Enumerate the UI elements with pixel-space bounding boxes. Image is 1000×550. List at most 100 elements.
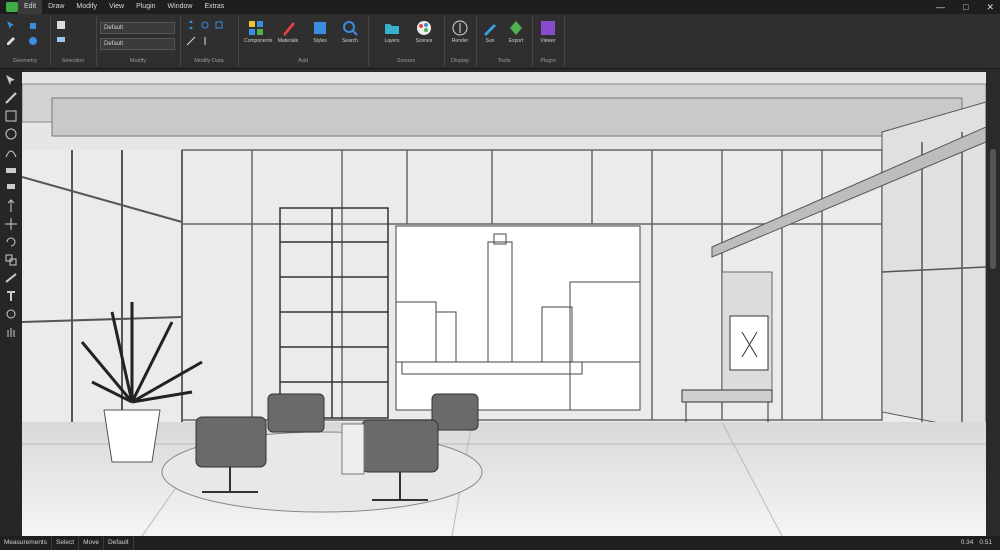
export-button[interactable]: Export <box>504 20 528 50</box>
scenes-label: Scenes <box>415 38 433 44</box>
ribbon-group-scenes: Layers Scenes Scenes <box>368 16 445 66</box>
paint-tool-icon[interactable] <box>4 181 18 195</box>
ribbon-group-label: Geometry <box>12 58 38 64</box>
ribbon-group-label: Modify Data <box>194 58 224 64</box>
push-pull-tool-icon[interactable] <box>4 199 18 213</box>
palette-icon <box>417 21 431 35</box>
ceiling-soffit <box>51 97 963 137</box>
menu-bar: Edit Draw Modify View Plugin Window Extr… <box>0 0 1000 14</box>
arc-tool-icon[interactable] <box>4 145 18 159</box>
ribbon-group-label: Plugin <box>540 58 556 64</box>
push-pull-icon[interactable] <box>200 36 210 46</box>
components-icon <box>249 21 263 35</box>
component-icon[interactable] <box>56 20 66 30</box>
menu-draw[interactable]: Draw <box>42 0 70 14</box>
components-button[interactable]: Components <box>244 20 272 50</box>
render-button[interactable]: Render <box>448 20 472 50</box>
shape-icon[interactable] <box>28 36 38 46</box>
scroll-thumb[interactable] <box>990 149 996 269</box>
pan-tool-icon[interactable] <box>4 325 18 339</box>
search-icon <box>343 21 358 36</box>
ribbon-group-geometry: Geometry <box>0 16 51 66</box>
ribbon-group-plugin: Viewer Plugin <box>532 16 565 66</box>
viewer-button[interactable]: Viewer <box>536 20 560 50</box>
ribbon-toolbar: Geometry Selection Default Default Modif… <box>0 14 1000 69</box>
pen-icon <box>484 24 496 36</box>
style-select[interactable]: Default <box>100 38 175 50</box>
ribbon-group-tools: Sun Export Tools <box>476 16 533 66</box>
menu-plugin[interactable]: Plugin <box>130 0 161 14</box>
menu-window[interactable]: Window <box>162 0 199 14</box>
search-button[interactable]: Search <box>338 20 362 50</box>
select-tool-icon[interactable] <box>4 73 18 87</box>
text-tool-icon[interactable] <box>4 289 18 303</box>
ribbon-group-label: Display <box>450 58 470 64</box>
move-tool-icon[interactable] <box>4 217 18 231</box>
ribbon-group-label: Add <box>298 58 308 64</box>
status-measurements: Measurements <box>0 536 52 550</box>
materials-button[interactable]: Materials <box>276 20 300 50</box>
bucket-icon[interactable] <box>28 20 38 30</box>
layers-button[interactable]: Layers <box>380 20 404 50</box>
menu-edit[interactable]: Edit <box>18 0 43 14</box>
components-label: Components <box>244 38 273 44</box>
rotate-tool-icon[interactable] <box>4 235 18 249</box>
circle-tool-icon[interactable] <box>4 127 18 141</box>
layer-select[interactable]: Default <box>100 22 175 34</box>
export-label: Export <box>508 38 524 44</box>
status-tool: Select <box>52 536 80 550</box>
menu-modify[interactable]: Modify <box>70 0 103 14</box>
folder-icon <box>385 24 399 34</box>
ribbon-group-display: Render Display <box>444 16 477 66</box>
search-label: Search <box>342 38 358 44</box>
menu-extras[interactable]: Extras <box>198 0 230 14</box>
ribbon-group-label: Tools <box>497 58 511 64</box>
menu-view[interactable]: View <box>103 0 130 14</box>
vertical-scrollbar[interactable] <box>986 69 1000 536</box>
render-icon <box>452 20 468 36</box>
rect-tool-icon[interactable] <box>4 109 18 123</box>
tape-tool-icon[interactable] <box>4 271 18 285</box>
pencil-icon[interactable] <box>6 36 16 46</box>
3d-viewport[interactable] <box>22 72 986 536</box>
select-arrow-icon[interactable] <box>6 20 16 30</box>
styles-label: Styles <box>313 38 327 44</box>
move-icon[interactable] <box>186 20 196 30</box>
materials-label: Materials <box>277 38 299 44</box>
sun-label: Sun <box>485 38 495 44</box>
layers-label: Layers <box>384 38 400 44</box>
city-view-opening <box>395 225 641 411</box>
offset-icon[interactable] <box>186 36 196 46</box>
ribbon-group-modify: Default Default Modify <box>96 16 181 66</box>
ribbon-group-add: Components Materials Styles Search Add <box>238 16 369 66</box>
styles-icon <box>314 22 326 34</box>
coordinate-readout: 0.34 0.51 <box>961 536 992 550</box>
ribbon-group-label: Modify <box>129 58 147 64</box>
ribbon-group-modify-data: Modify Data <box>180 16 239 66</box>
export-icon <box>510 21 522 35</box>
maximize-button[interactable]: □ <box>963 0 968 14</box>
scale-tool-icon[interactable] <box>4 253 18 267</box>
render-label: Render <box>451 38 469 44</box>
eraser-tool-icon[interactable] <box>4 163 18 177</box>
status-layer: Default <box>104 536 134 550</box>
coord-y: 0.51 <box>979 539 992 546</box>
scenes-button[interactable]: Scenes <box>412 20 436 50</box>
styles-button[interactable]: Styles <box>308 20 332 50</box>
orbit-tool-icon[interactable] <box>4 307 18 321</box>
close-button[interactable]: ✕ <box>986 0 994 14</box>
side-table <box>341 423 365 475</box>
group-icon[interactable] <box>56 34 66 44</box>
sun-button[interactable]: Sun <box>478 20 502 50</box>
viewer-label: Viewer <box>540 38 556 44</box>
coord-x: 0.34 <box>960 539 974 546</box>
status-bar: Measurements Select Move Default 0.34 0.… <box>0 536 1000 550</box>
line-tool-icon[interactable] <box>4 91 18 105</box>
scale-icon[interactable] <box>214 20 224 30</box>
rotate-icon[interactable] <box>200 20 210 30</box>
minimize-button[interactable]: — <box>936 0 945 14</box>
ribbon-group-label: Scenes <box>396 58 416 64</box>
ribbon-group-label: Selection <box>61 58 85 64</box>
materials-icon <box>283 22 295 36</box>
status-action: Move <box>79 536 104 550</box>
